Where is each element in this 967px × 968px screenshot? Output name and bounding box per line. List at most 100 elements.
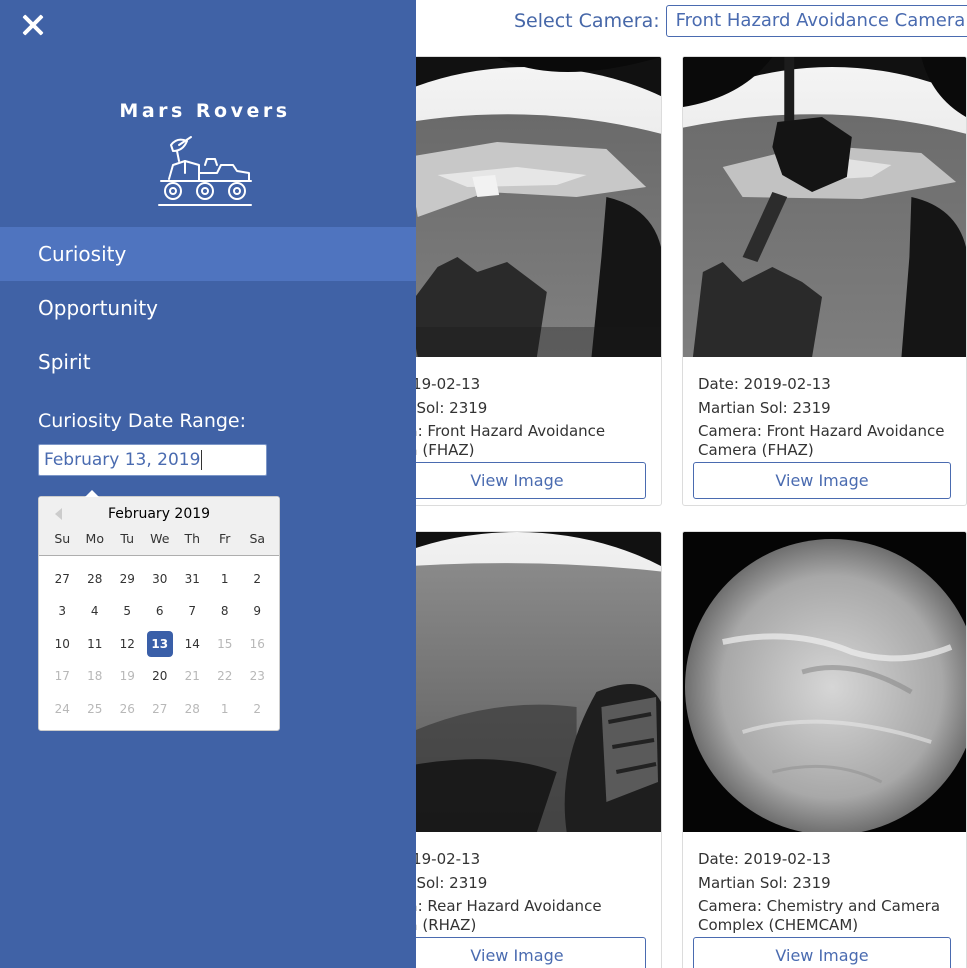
datepicker-day[interactable]: 27 — [46, 567, 79, 599]
datepicker-header: February 2019 Su Mo Tu We Th Fr Sa — [39, 497, 279, 556]
close-icon[interactable] — [20, 12, 46, 38]
text-caret — [201, 450, 203, 470]
rover-icon — [158, 136, 252, 206]
datepicker-day-label: 27 — [54, 572, 70, 586]
photo-sol: an Sol: 2319 — [393, 874, 488, 892]
view-image-button[interactable]: View Image — [693, 937, 951, 968]
photo-meta: Date: 2019-02-13 Martian Sol: 2319 Camer… — [698, 847, 953, 935]
photo-card: Date: 2019-02-13 Martian Sol: 2319 Camer… — [682, 531, 967, 968]
datepicker-week: 10 11 12 13 14 15 16 — [46, 630, 274, 664]
datepicker-day: 2 — [241, 697, 274, 729]
weekday-label: Mo — [85, 531, 104, 546]
photo-camera: era: Rear Hazard Avoidance era (RHAZ) — [393, 897, 648, 935]
datepicker-day-label: 21 — [184, 669, 200, 684]
rover-photo[interactable] — [378, 57, 661, 357]
datepicker-day[interactable]: 31 — [176, 567, 209, 599]
datepicker-day-label: 22 — [217, 669, 233, 684]
datepicker-day[interactable]: 6 — [144, 599, 177, 631]
weekday-label: We — [150, 531, 170, 546]
camera-select[interactable]: Front Hazard Avoidance Camera ( — [665, 5, 967, 37]
datepicker-day[interactable]: 1 — [209, 567, 242, 599]
datepicker-week: 3 4 5 6 7 8 9 — [46, 599, 274, 631]
datepicker-day[interactable]: 3 — [46, 599, 79, 631]
photo-camera-line: era: Rear Hazard Avoidance — [393, 897, 602, 915]
datepicker-day[interactable]: 7 — [176, 599, 209, 631]
datepicker-day: 22 — [209, 664, 242, 696]
datepicker-day[interactable]: 4 — [79, 599, 112, 631]
datepicker-day-label: 13 — [146, 630, 173, 657]
datepicker-day[interactable]: 29 — [111, 567, 144, 599]
date-input-value: February 13, 2019 — [44, 450, 201, 470]
sidebar-item-spirit[interactable]: Spirit — [0, 335, 416, 389]
sidebar: Mars Rovers Curiosity Opportunity Spirit… — [0, 0, 416, 968]
rover-photo[interactable] — [683, 57, 966, 357]
datepicker-weekdays: Su Mo Tu We Th Fr Sa — [46, 531, 274, 546]
datepicker-day[interactable]: 13 — [144, 630, 177, 664]
datepicker-day-label: 24 — [54, 701, 70, 716]
datepicker-day: 19 — [111, 664, 144, 696]
datepicker-day-label: 20 — [152, 669, 168, 684]
photo-sol: Martian Sol: 2319 — [698, 874, 831, 892]
photo-camera: era: Front Hazard Avoidance era (FHAZ) — [393, 422, 648, 460]
datepicker-day-label: 25 — [87, 701, 103, 716]
datepicker-day-label: 15 — [217, 636, 233, 651]
date-input[interactable]: February 13, 2019 — [38, 444, 267, 476]
datepicker-day: 23 — [241, 664, 274, 696]
weekday-label: Sa — [249, 531, 266, 546]
datepicker-day: 21 — [176, 664, 209, 696]
datepicker-day: 16 — [241, 632, 274, 664]
datepicker-day[interactable]: 10 — [46, 632, 79, 664]
weekday-label: Fr — [219, 531, 231, 546]
datepicker-day[interactable]: 9 — [241, 599, 274, 631]
datepicker-day[interactable]: 2 — [241, 567, 274, 599]
datepicker-day-label: 12 — [119, 636, 135, 651]
datepicker-day-label: 5 — [123, 604, 132, 619]
photo-card: 2019-02-13 an Sol: 2319 era: Rear Hazard… — [377, 531, 662, 968]
datepicker-day[interactable]: 20 — [144, 664, 177, 696]
datepicker-day: 18 — [79, 664, 112, 696]
datepicker-day-label: 9 — [253, 604, 262, 619]
weekday-label: Su — [54, 531, 71, 546]
datepicker-day: 15 — [209, 632, 242, 664]
photo-card: Date: 2019-02-13 Martian Sol: 2319 Camer… — [682, 56, 967, 506]
rover-photo[interactable] — [683, 532, 966, 832]
sidebar-item-opportunity[interactable]: Opportunity — [0, 281, 416, 335]
datepicker-week: 17 18 19 20 21 22 23 — [46, 664, 274, 696]
datepicker-day[interactable]: 14 — [176, 632, 209, 664]
view-image-button[interactable]: View Image — [388, 937, 646, 968]
datepicker-day-label: 2 — [253, 701, 262, 716]
datepicker-day-label: 3 — [58, 604, 67, 619]
photo-camera: Camera: Chemistry and Camera Complex (CH… — [698, 897, 953, 935]
camera-filter: Select Camera: Front Hazard Avoidance Ca… — [514, 5, 967, 37]
datepicker-day[interactable]: 28 — [79, 567, 112, 599]
datepicker-day: 17 — [46, 664, 79, 696]
datepicker-day-label: 1 — [220, 701, 229, 716]
photo-camera-line: era (FHAZ) — [393, 441, 475, 459]
photo-camera-line: Camera (FHAZ) — [698, 441, 814, 459]
datepicker-day[interactable]: 30 — [144, 567, 177, 599]
sidebar-item-curiosity[interactable]: Curiosity — [0, 227, 416, 281]
datepicker-day-label: 4 — [90, 604, 99, 619]
datepicker-day-label: 11 — [87, 636, 103, 651]
datepicker-day[interactable]: 8 — [209, 599, 242, 631]
datepicker-day[interactable]: 12 — [111, 632, 144, 664]
datepicker-day: 25 — [79, 697, 112, 729]
datepicker-day-label: 6 — [155, 604, 164, 619]
datepicker-week: 24 25 26 27 28 1 2 — [46, 697, 274, 729]
photo-date: 2019-02-13 — [393, 850, 481, 868]
view-image-button[interactable]: View Image — [693, 462, 951, 499]
photo-sol: Martian Sol: 2319 — [698, 399, 831, 417]
view-image-button[interactable]: View Image — [388, 462, 646, 499]
datepicker-day: 27 — [144, 697, 177, 729]
datepicker-day: 28 — [176, 697, 209, 729]
photo-meta: 2019-02-13 an Sol: 2319 era: Rear Hazard… — [393, 847, 648, 935]
datepicker-day-label: 17 — [54, 669, 70, 684]
datepicker-day-label: 18 — [87, 669, 103, 684]
datepicker-day-label: 10 — [54, 636, 70, 651]
weekday-label: Th — [184, 531, 201, 546]
rover-photo[interactable] — [378, 532, 661, 832]
datepicker-day: 1 — [209, 697, 242, 729]
datepicker-day[interactable]: 11 — [79, 632, 112, 664]
photo-camera-line: Complex (CHEMCAM) — [698, 916, 859, 934]
datepicker-day[interactable]: 5 — [111, 599, 144, 631]
